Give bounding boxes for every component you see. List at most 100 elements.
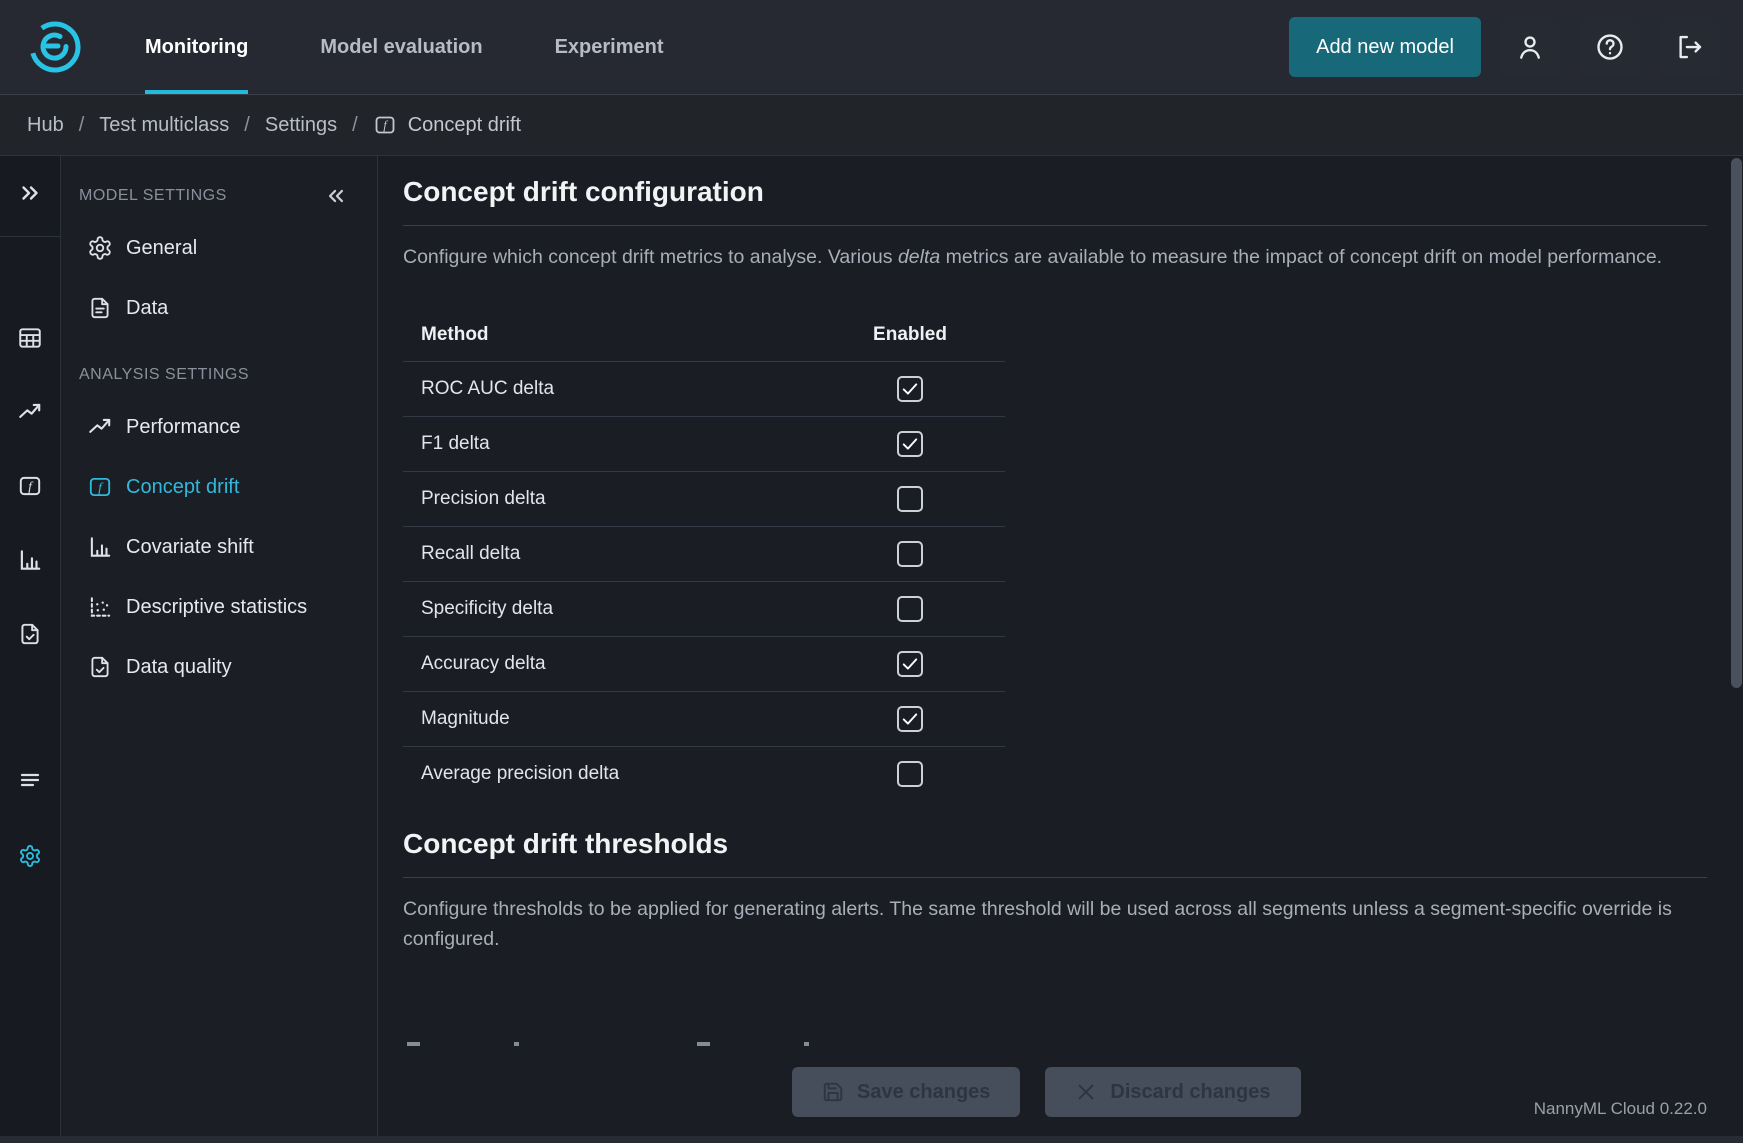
rail-data-quality-button[interactable] (13, 617, 47, 651)
breadcrumb-settings[interactable]: Settings (265, 114, 337, 137)
method-label: ROC AUC delta (403, 378, 815, 400)
rail-menu-button[interactable] (13, 763, 47, 797)
nannyml-logo-icon[interactable] (27, 19, 83, 75)
thresholds-title: Concept drift thresholds (403, 825, 1707, 863)
method-label: Average precision delta (403, 763, 815, 785)
user-icon (1515, 32, 1545, 62)
thresholds-description: Configure thresholds to be applied for g… (403, 894, 1707, 955)
method-label: Magnitude (403, 708, 815, 730)
check-icon (900, 709, 920, 729)
sidebar-item-general[interactable]: General (61, 218, 377, 278)
breadcrumb-current-page: f Concept drift (373, 113, 521, 137)
bar-chart-icon (87, 534, 113, 560)
breadcrumb-separator: / (79, 114, 85, 137)
methods-table: Method Enabled ROC AUC delta F1 delta (403, 309, 1005, 801)
bar-chart-icon (17, 547, 43, 573)
sidebar-section-analysis-settings: ANALYSIS SETTINGS (61, 362, 377, 388)
user-account-button[interactable] (1499, 16, 1561, 78)
sidebar-item-data-quality[interactable]: Data quality (61, 637, 377, 697)
breadcrumb-hub[interactable]: Hub (27, 114, 64, 137)
sidebar-item-performance[interactable]: Performance (61, 397, 377, 457)
method-label: Recall delta (403, 543, 815, 565)
rail-divider (0, 236, 61, 237)
rail-concept-drift-button[interactable]: f (13, 469, 47, 503)
thresholds-divider (403, 877, 1707, 878)
rail-table-grid-button[interactable] (13, 321, 47, 355)
breadcrumb-model[interactable]: Test multiclass (99, 114, 229, 137)
logout-icon (1675, 32, 1705, 62)
checkbox-magnitude[interactable] (897, 706, 923, 732)
settings-gear-icon (18, 844, 42, 868)
function-icon: f (373, 113, 397, 137)
sidebar-section-model-settings: MODEL SETTINGS (61, 183, 377, 209)
analysis-settings-list: Performance f Concept drift (61, 397, 377, 697)
expand-sidebar-button[interactable] (13, 176, 47, 210)
tab-experiment[interactable]: Experiment (555, 0, 664, 94)
rail-covariate-shift-button[interactable] (13, 543, 47, 577)
sidebar-item-concept-drift[interactable]: f Concept drift (61, 457, 377, 517)
checkbox-average-precision-delta[interactable] (897, 761, 923, 787)
table-row: Accuracy delta (403, 636, 1005, 691)
rail-performance-button[interactable] (13, 395, 47, 429)
add-new-model-button[interactable]: Add new model (1289, 17, 1481, 77)
svg-text:f: f (28, 479, 34, 494)
checkbox-accuracy-delta[interactable] (897, 651, 923, 677)
check-icon (900, 434, 920, 454)
page-title: Concept drift configuration (403, 173, 1707, 211)
tab-monitoring[interactable]: Monitoring (145, 0, 248, 94)
clipped-content-fragment (804, 1042, 809, 1046)
vertical-scrollbar[interactable] (1731, 158, 1742, 688)
checkbox-f1-delta[interactable] (897, 431, 923, 457)
clipped-content-fragment (697, 1042, 710, 1046)
save-changes-button[interactable]: Save changes (792, 1067, 1020, 1117)
checkbox-precision-delta[interactable] (897, 486, 923, 512)
method-label: Specificity delta (403, 598, 815, 620)
svg-text:f: f (383, 118, 388, 132)
table-grid-icon (17, 325, 43, 351)
chevrons-right-icon (18, 181, 42, 205)
svg-text:f: f (98, 480, 104, 495)
check-icon (900, 654, 920, 674)
action-footer: Save changes Discard changes NannyML Clo… (378, 1061, 1707, 1123)
discard-changes-button[interactable]: Discard changes (1045, 1067, 1300, 1117)
method-label: Precision delta (403, 488, 815, 510)
breadcrumb-separator: / (244, 114, 250, 137)
menu-icon (18, 768, 42, 792)
help-button[interactable] (1579, 16, 1641, 78)
checkbox-specificity-delta[interactable] (897, 596, 923, 622)
gear-icon (87, 235, 113, 261)
config-description: Configure which concept drift metrics to… (403, 242, 1707, 273)
column-header-method: Method (403, 324, 815, 346)
horizontal-scrollbar-track[interactable] (0, 1136, 1743, 1143)
method-label: F1 delta (403, 433, 815, 455)
main-panel: Concept drift configuration Configure wh… (378, 156, 1743, 1143)
document-icon (87, 295, 113, 321)
method-label: Accuracy delta (403, 653, 815, 675)
collapse-sidebar-button[interactable] (325, 185, 347, 207)
table-header-row: Method Enabled (403, 309, 1005, 361)
sidebar-item-descriptive-statistics[interactable]: Descriptive statistics (61, 577, 377, 637)
help-icon (1595, 32, 1625, 62)
document-check-icon (87, 654, 113, 680)
sidebar-item-data[interactable]: Data (61, 278, 377, 338)
main-nav-tabs: Monitoring Model evaluation Experiment (145, 0, 664, 94)
table-row: Magnitude (403, 691, 1005, 746)
function-icon: f (87, 474, 113, 500)
save-icon (822, 1081, 844, 1103)
top-bar: Monitoring Model evaluation Experiment A… (0, 0, 1743, 95)
logout-button[interactable] (1659, 16, 1721, 78)
tab-model-evaluation[interactable]: Model evaluation (320, 0, 482, 94)
breadcrumb: Hub / Test multiclass / Settings / f Con… (0, 95, 1743, 156)
close-icon (1075, 1081, 1097, 1103)
table-row: Precision delta (403, 471, 1005, 526)
topbar-actions: Add new model (1289, 0, 1743, 94)
checkbox-roc-auc-delta[interactable] (897, 376, 923, 402)
column-header-enabled: Enabled (815, 324, 1005, 346)
checkbox-recall-delta[interactable] (897, 541, 923, 567)
sidebar-item-covariate-shift[interactable]: Covariate shift (61, 517, 377, 577)
table-row: Specificity delta (403, 581, 1005, 636)
rail-settings-button[interactable] (13, 839, 47, 873)
scatter-plot-icon (87, 594, 113, 620)
title-divider (403, 225, 1707, 226)
table-row: Average precision delta (403, 746, 1005, 801)
